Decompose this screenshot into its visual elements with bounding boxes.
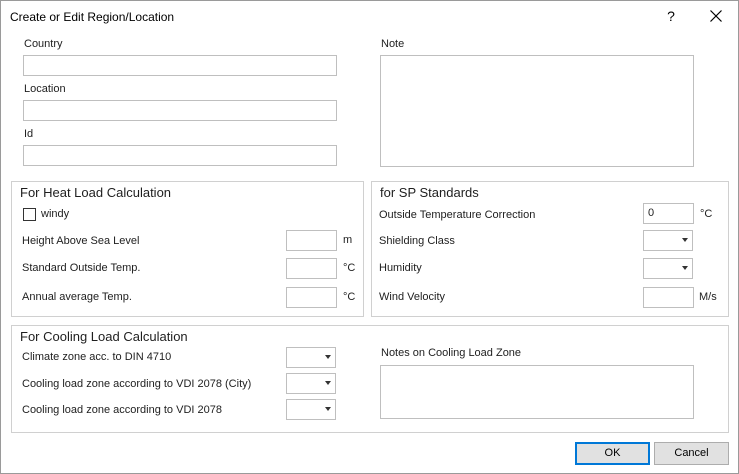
climate-zone-select[interactable] [286, 347, 336, 368]
annual-avg-input[interactable] [286, 287, 337, 308]
region-location-dialog: Create or Edit Region/Location ? Country… [0, 0, 739, 474]
location-input[interactable] [23, 100, 337, 121]
location-label: Location [24, 83, 66, 95]
humidity-label: Humidity [379, 262, 422, 274]
cancel-button[interactable]: Cancel [654, 442, 729, 465]
height-input[interactable] [286, 230, 337, 251]
zone-city-label: Cooling load zone according to VDI 2078 … [22, 378, 252, 390]
chevron-down-icon [682, 238, 688, 242]
std-outside-unit: °C [343, 262, 356, 274]
ok-button[interactable]: OK [575, 442, 650, 465]
dialog-title: Create or Edit Region/Location [10, 10, 175, 24]
outside-corr-unit: °C [700, 208, 713, 220]
annual-avg-label: Annual average Temp. [22, 291, 132, 303]
country-label: Country [24, 38, 63, 50]
shielding-label: Shielding Class [379, 235, 455, 247]
wind-input[interactable] [643, 287, 694, 308]
windy-label: windy [41, 208, 70, 220]
zone-select[interactable] [286, 399, 336, 420]
heat-load-group-title: For Heat Load Calculation [20, 185, 172, 200]
humidity-select[interactable] [643, 258, 693, 279]
windy-checkbox[interactable] [23, 208, 36, 221]
cooling-load-group-title: For Cooling Load Calculation [20, 329, 188, 344]
wind-label: Wind Velocity [379, 291, 446, 303]
shielding-select[interactable] [643, 230, 693, 251]
cooling-notes-textarea[interactable] [380, 365, 694, 419]
close-icon [710, 10, 722, 22]
sp-standards-group-title: for SP Standards [380, 185, 479, 200]
chevron-down-icon [325, 407, 331, 411]
height-unit: m [343, 234, 353, 246]
outside-corr-input[interactable]: 0 [643, 203, 694, 224]
chevron-down-icon [325, 381, 331, 385]
chevron-down-icon [325, 355, 331, 359]
help-icon: ? [667, 8, 675, 24]
cooling-notes-label: Notes on Cooling Load Zone [381, 347, 522, 359]
chevron-down-icon [682, 266, 688, 270]
note-textarea[interactable] [380, 55, 694, 167]
std-outside-input[interactable] [286, 258, 337, 279]
zone-city-select[interactable] [286, 373, 336, 394]
country-input[interactable] [23, 55, 337, 76]
outside-corr-label: Outside Temperature Correction [379, 209, 536, 221]
annual-avg-unit: °C [343, 291, 356, 303]
wind-unit: M/s [699, 291, 717, 303]
note-label: Note [381, 38, 405, 50]
help-button[interactable]: ? [656, 4, 686, 28]
title-bar: Create or Edit Region/Location ? [1, 1, 738, 32]
zone-label: Cooling load zone according to VDI 2078 [22, 404, 222, 416]
std-outside-label: Standard Outside Temp. [22, 262, 141, 274]
height-label: Height Above Sea Level [22, 235, 140, 247]
close-button[interactable] [701, 4, 731, 28]
id-label: Id [24, 128, 34, 140]
id-input[interactable] [23, 145, 337, 166]
climate-zone-label: Climate zone acc. to DIN 4710 [22, 351, 172, 363]
